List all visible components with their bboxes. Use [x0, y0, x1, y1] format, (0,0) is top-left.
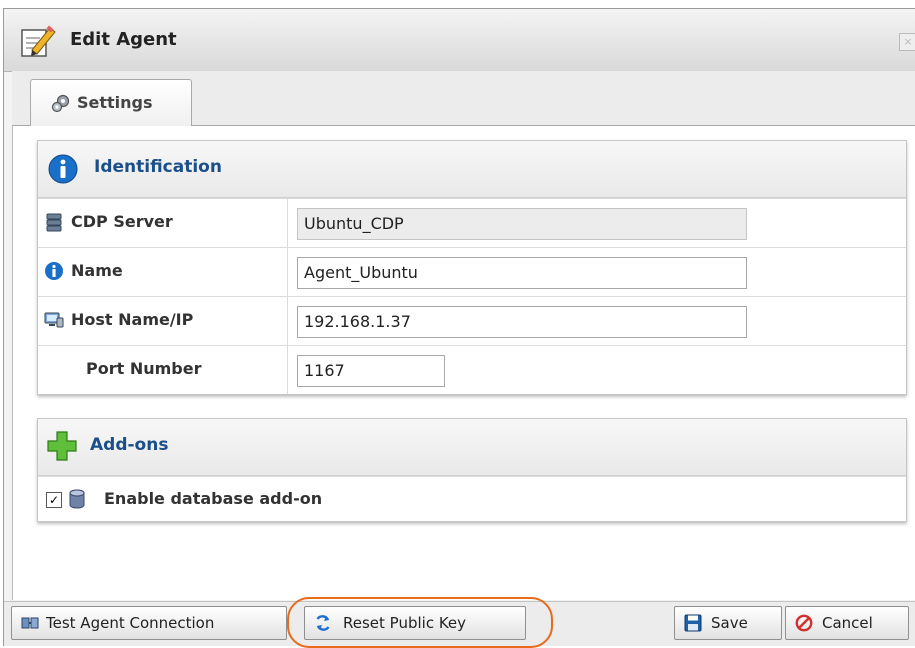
network-host-icon: [44, 312, 64, 328]
server-icon: [46, 213, 62, 232]
settings-content: Identification CDP Server Ubuntu_CDP Nam…: [12, 126, 915, 600]
test-agent-connection-label: Test Agent Connection: [46, 614, 215, 632]
identification-title: Identification: [94, 157, 222, 177]
enable-db-label: Enable database add-on: [104, 489, 323, 508]
port-row: Port Number 1167: [38, 345, 906, 394]
edit-agent-dialog: Edit Agent × Settings Identification CDP…: [3, 8, 915, 648]
cdp-server-label: CDP Server: [71, 212, 173, 231]
addons-panel: Add-ons ✓ Enable database add-on: [37, 418, 907, 522]
cdp-server-field: Ubuntu_CDP: [297, 208, 747, 240]
enable-db-row: ✓ Enable database add-on: [38, 476, 906, 521]
name-field[interactable]: Agent_Ubuntu: [297, 257, 747, 289]
name-label-cell: Name: [38, 248, 288, 296]
tab-strip: Settings: [12, 71, 915, 127]
tab-settings[interactable]: Settings: [30, 79, 192, 127]
save-button[interactable]: Save: [674, 606, 782, 640]
addons-header: Add-ons: [38, 419, 906, 476]
port-label: Port Number: [86, 359, 202, 378]
close-button[interactable]: ×: [899, 33, 915, 51]
dialog-titlebar: Edit Agent ×: [4, 9, 915, 72]
reset-public-key-label: Reset Public Key: [343, 614, 467, 632]
save-icon: [684, 614, 702, 632]
info-icon: [48, 154, 78, 184]
host-field[interactable]: 192.168.1.37: [297, 306, 747, 338]
host-label: Host Name/IP: [71, 310, 194, 329]
refresh-icon: [316, 615, 330, 631]
dialog-title: Edit Agent: [70, 29, 177, 50]
cancel-button[interactable]: Cancel: [785, 606, 909, 640]
enable-db-checkbox[interactable]: ✓: [46, 492, 62, 508]
identification-header: Identification: [38, 141, 906, 198]
test-agent-connection-button[interactable]: Test Agent Connection: [11, 606, 287, 640]
cdp-server-label-cell: CDP Server: [38, 199, 288, 247]
edit-note-icon: [21, 25, 56, 57]
plus-icon: [47, 431, 77, 461]
cdp-server-row: CDP Server Ubuntu_CDP: [38, 198, 906, 247]
cancel-label: Cancel: [822, 614, 873, 632]
dialog-footer: Test Agent Connection Reset Public Key S…: [4, 597, 915, 648]
addons-title: Add-ons: [90, 435, 169, 455]
gears-icon: [51, 94, 70, 113]
save-label: Save: [711, 614, 748, 632]
cancel-icon: [795, 614, 813, 632]
info-small-icon: [45, 262, 63, 280]
tab-settings-label: Settings: [77, 93, 153, 112]
connection-icon: [21, 617, 39, 629]
identification-panel: Identification CDP Server Ubuntu_CDP Nam…: [37, 140, 907, 395]
name-label: Name: [71, 261, 123, 280]
port-label-cell: Port Number: [38, 346, 288, 394]
name-row: Name Agent_Ubuntu: [38, 247, 906, 296]
port-field[interactable]: 1167: [297, 355, 445, 387]
host-label-cell: Host Name/IP: [38, 297, 288, 345]
database-icon: [69, 489, 85, 509]
host-row: Host Name/IP 192.168.1.37: [38, 296, 906, 345]
reset-public-key-button[interactable]: Reset Public Key: [304, 606, 526, 640]
